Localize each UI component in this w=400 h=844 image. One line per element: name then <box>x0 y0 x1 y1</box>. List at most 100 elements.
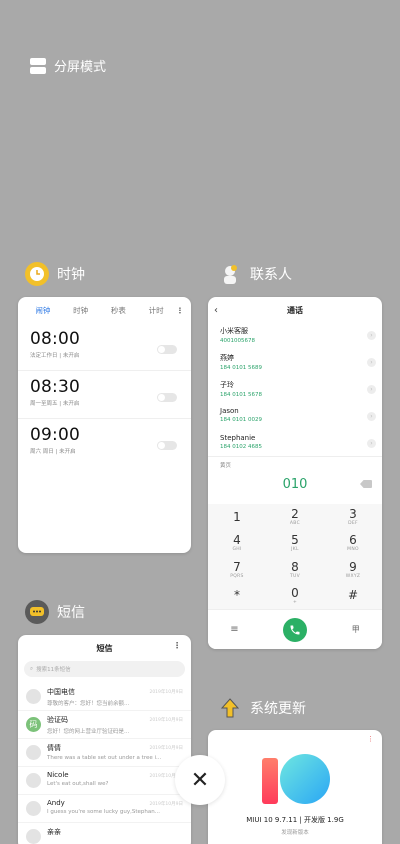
contact-item[interactable]: 燕婷 184 0101 5689 › <box>208 350 382 377</box>
contact-item[interactable]: 小米客服 4001005678 › <box>208 323 382 350</box>
contact-number: 184 0101 5689 <box>220 365 262 371</box>
tab-clock[interactable]: 时钟 <box>62 305 100 316</box>
tab-stopwatch[interactable]: 秒表 <box>100 305 138 316</box>
sms-preview: 您好！您的网上营业厅验证码是... <box>47 729 130 735</box>
chevron-right-icon[interactable]: › <box>367 331 376 340</box>
sms-title: 短信 <box>96 643 113 653</box>
sms-icon <box>25 600 49 624</box>
contacts-title: 通话 <box>287 305 303 315</box>
keypad: 1 2 ABC 3 DEF 4 GHI 5 JKL 6 MNO 7 PQRS 8 TUV 9W… <box>208 504 382 609</box>
sms-preview: I guess you're some lucky guy,Stephan... <box>47 809 160 815</box>
alarm-toggle[interactable] <box>157 441 177 450</box>
contact-name: 燕婷 <box>220 354 234 362</box>
key-letters: DEF <box>348 521 358 527</box>
more-icon[interactable]: ⋮ <box>173 641 181 650</box>
key-letters: MNO <box>347 547 359 553</box>
alarm-desc: 周六 周日 | 未开启 <box>30 449 76 455</box>
chevron-right-icon[interactable]: › <box>367 412 376 421</box>
contact-name: 小米客服 <box>220 327 248 335</box>
clock-tabs: 闹钟 时钟 秒表 计时 ⋮ <box>18 297 191 323</box>
sms-card[interactable]: 短信 ⋮ ⌕ 搜索11条短信 中国电信 尊敬的客户：您好！您当前余额... 201… <box>18 635 191 844</box>
search-icon: ⌕ <box>30 665 34 672</box>
sms-item[interactable]: Nicole Let's eat out,shall we? 2019年10月9日 <box>18 767 191 795</box>
key-star[interactable]: * <box>208 583 266 609</box>
alarm-toggle[interactable] <box>157 393 177 402</box>
tab-alarm[interactable]: 闹钟 <box>24 305 62 316</box>
update-card[interactable]: ⋮ MIUI 10 9.7.11 | 开发版 1.9G 发现新版本 <box>208 730 382 844</box>
sms-preview: 尊敬的客户：您好！您当前余额... <box>47 701 130 707</box>
chevron-right-icon[interactable]: › <box>367 358 376 367</box>
tab-timer[interactable]: 计时 <box>137 305 175 316</box>
sms-preview: There was a table set out under a tree i… <box>47 755 162 761</box>
key-2[interactable]: 2 ABC <box>266 504 324 530</box>
update-app-title: 系统更新 <box>250 701 306 717</box>
contacts-card[interactable]: ‹ 通话 小米客服 4001005678 › 燕婷 184 0101 5689 … <box>208 297 382 649</box>
contacts-header: ‹ 通话 <box>208 297 382 323</box>
close-all-button[interactable]: ✕ <box>175 755 225 805</box>
alarm-item[interactable]: 08:00 法定工作日 | 未开启 <box>18 323 191 371</box>
split-mode-button[interactable]: 分屏模式 <box>30 56 106 75</box>
alarm-desc: 法定工作日 | 未开启 <box>30 353 80 359</box>
sms-app-label[interactable]: 短信 <box>25 600 85 624</box>
key-digit: 3 <box>349 507 357 522</box>
update-icon <box>218 696 242 720</box>
key-letters: TUV <box>289 573 301 579</box>
key-hash[interactable]: # <box>324 583 382 609</box>
call-button[interactable] <box>283 617 308 642</box>
dial-number: 010 <box>282 477 308 492</box>
key-letters: WXYZ <box>345 573 361 579</box>
dialpad-icon[interactable]: 甲 <box>352 624 360 635</box>
chevron-right-icon[interactable]: › <box>367 439 376 448</box>
key-7[interactable]: 7 PQRS <box>208 557 266 583</box>
more-icon[interactable]: ⋮ <box>175 306 185 315</box>
sms-item[interactable]: 亲亲 <box>18 823 191 844</box>
contacts-app-label[interactable]: 联系人 <box>218 262 292 286</box>
menu-icon[interactable]: ≡ <box>230 624 238 635</box>
key-6[interactable]: 6 MNO <box>324 530 382 556</box>
contacts-app-title: 联系人 <box>250 267 292 283</box>
key-5[interactable]: 5 JKL <box>266 530 324 556</box>
update-subtitle: 发现新版本 <box>281 830 309 836</box>
clock-app-label[interactable]: 时钟 <box>25 262 85 286</box>
key-8[interactable]: 8 TUV <box>266 557 324 583</box>
alarm-item[interactable]: 09:00 周六 周日 | 未开启 <box>18 419 191 467</box>
sms-item[interactable]: 中国电信 尊敬的客户：您好！您当前余额... 2019年10月9日 <box>18 683 191 711</box>
sms-item[interactable]: 倩倩 There was a table set out under a tree… <box>18 739 191 767</box>
avatar: 码 <box>26 717 41 732</box>
update-app-label[interactable]: 系统更新 <box>218 696 306 720</box>
more-icon[interactable]: ⋮ <box>367 735 374 743</box>
key-4[interactable]: 4 GHI <box>208 530 266 556</box>
key-digit: * <box>234 588 240 603</box>
clock-icon <box>25 262 49 286</box>
sms-app-title: 短信 <box>57 605 85 621</box>
sms-search-input[interactable]: ⌕ 搜索11条短信 <box>24 661 185 677</box>
sms-search-placeholder: 搜索11条短信 <box>36 667 71 673</box>
contact-name: 子玲 <box>220 381 234 389</box>
contact-number: 184 0101 0029 <box>220 417 262 423</box>
key-digit: 1 <box>233 509 241 524</box>
key-letters: JKL <box>291 547 299 553</box>
contact-item[interactable]: Stephanie 184 0102 4685 › <box>208 431 382 458</box>
key-1[interactable]: 1 <box>208 504 266 530</box>
back-icon[interactable]: ‹ <box>214 305 224 316</box>
sms-item[interactable]: Andy I guess you're some lucky guy,Stepha… <box>18 795 191 823</box>
key-letters: GHI <box>232 547 242 553</box>
sms-time: 2019年10月9日 <box>149 746 183 751</box>
clock-card[interactable]: 闹钟 时钟 秒表 计时 ⋮ 08:00 法定工作日 | 未开启 08:30 周一… <box>18 297 191 553</box>
contact-item[interactable]: Jason 184 0101 0029 › <box>208 404 382 431</box>
contact-number: 4001005678 <box>220 338 255 344</box>
contact-item[interactable]: 子玲 184 0101 5678 › <box>208 377 382 404</box>
sms-header: 短信 ⋮ <box>18 635 191 661</box>
alarm-item[interactable]: 08:30 周一至周五 | 未开启 <box>18 371 191 419</box>
key-letters: ABC <box>289 521 301 527</box>
key-0[interactable]: 0 + <box>266 583 324 609</box>
split-screen-icon <box>30 57 46 74</box>
contact-name: Stephanie <box>220 434 256 442</box>
chevron-right-icon[interactable]: › <box>367 385 376 394</box>
sms-item[interactable]: 码 验证码 您好！您的网上营业厅验证码是... 2019年10月9日 <box>18 711 191 739</box>
yellow-pages-label[interactable]: 黄页 <box>220 461 231 469</box>
key-9[interactable]: 9 WXYZ <box>324 557 382 583</box>
alarm-toggle[interactable] <box>157 345 177 354</box>
key-3[interactable]: 3 DEF <box>324 504 382 530</box>
avatar <box>26 829 41 844</box>
